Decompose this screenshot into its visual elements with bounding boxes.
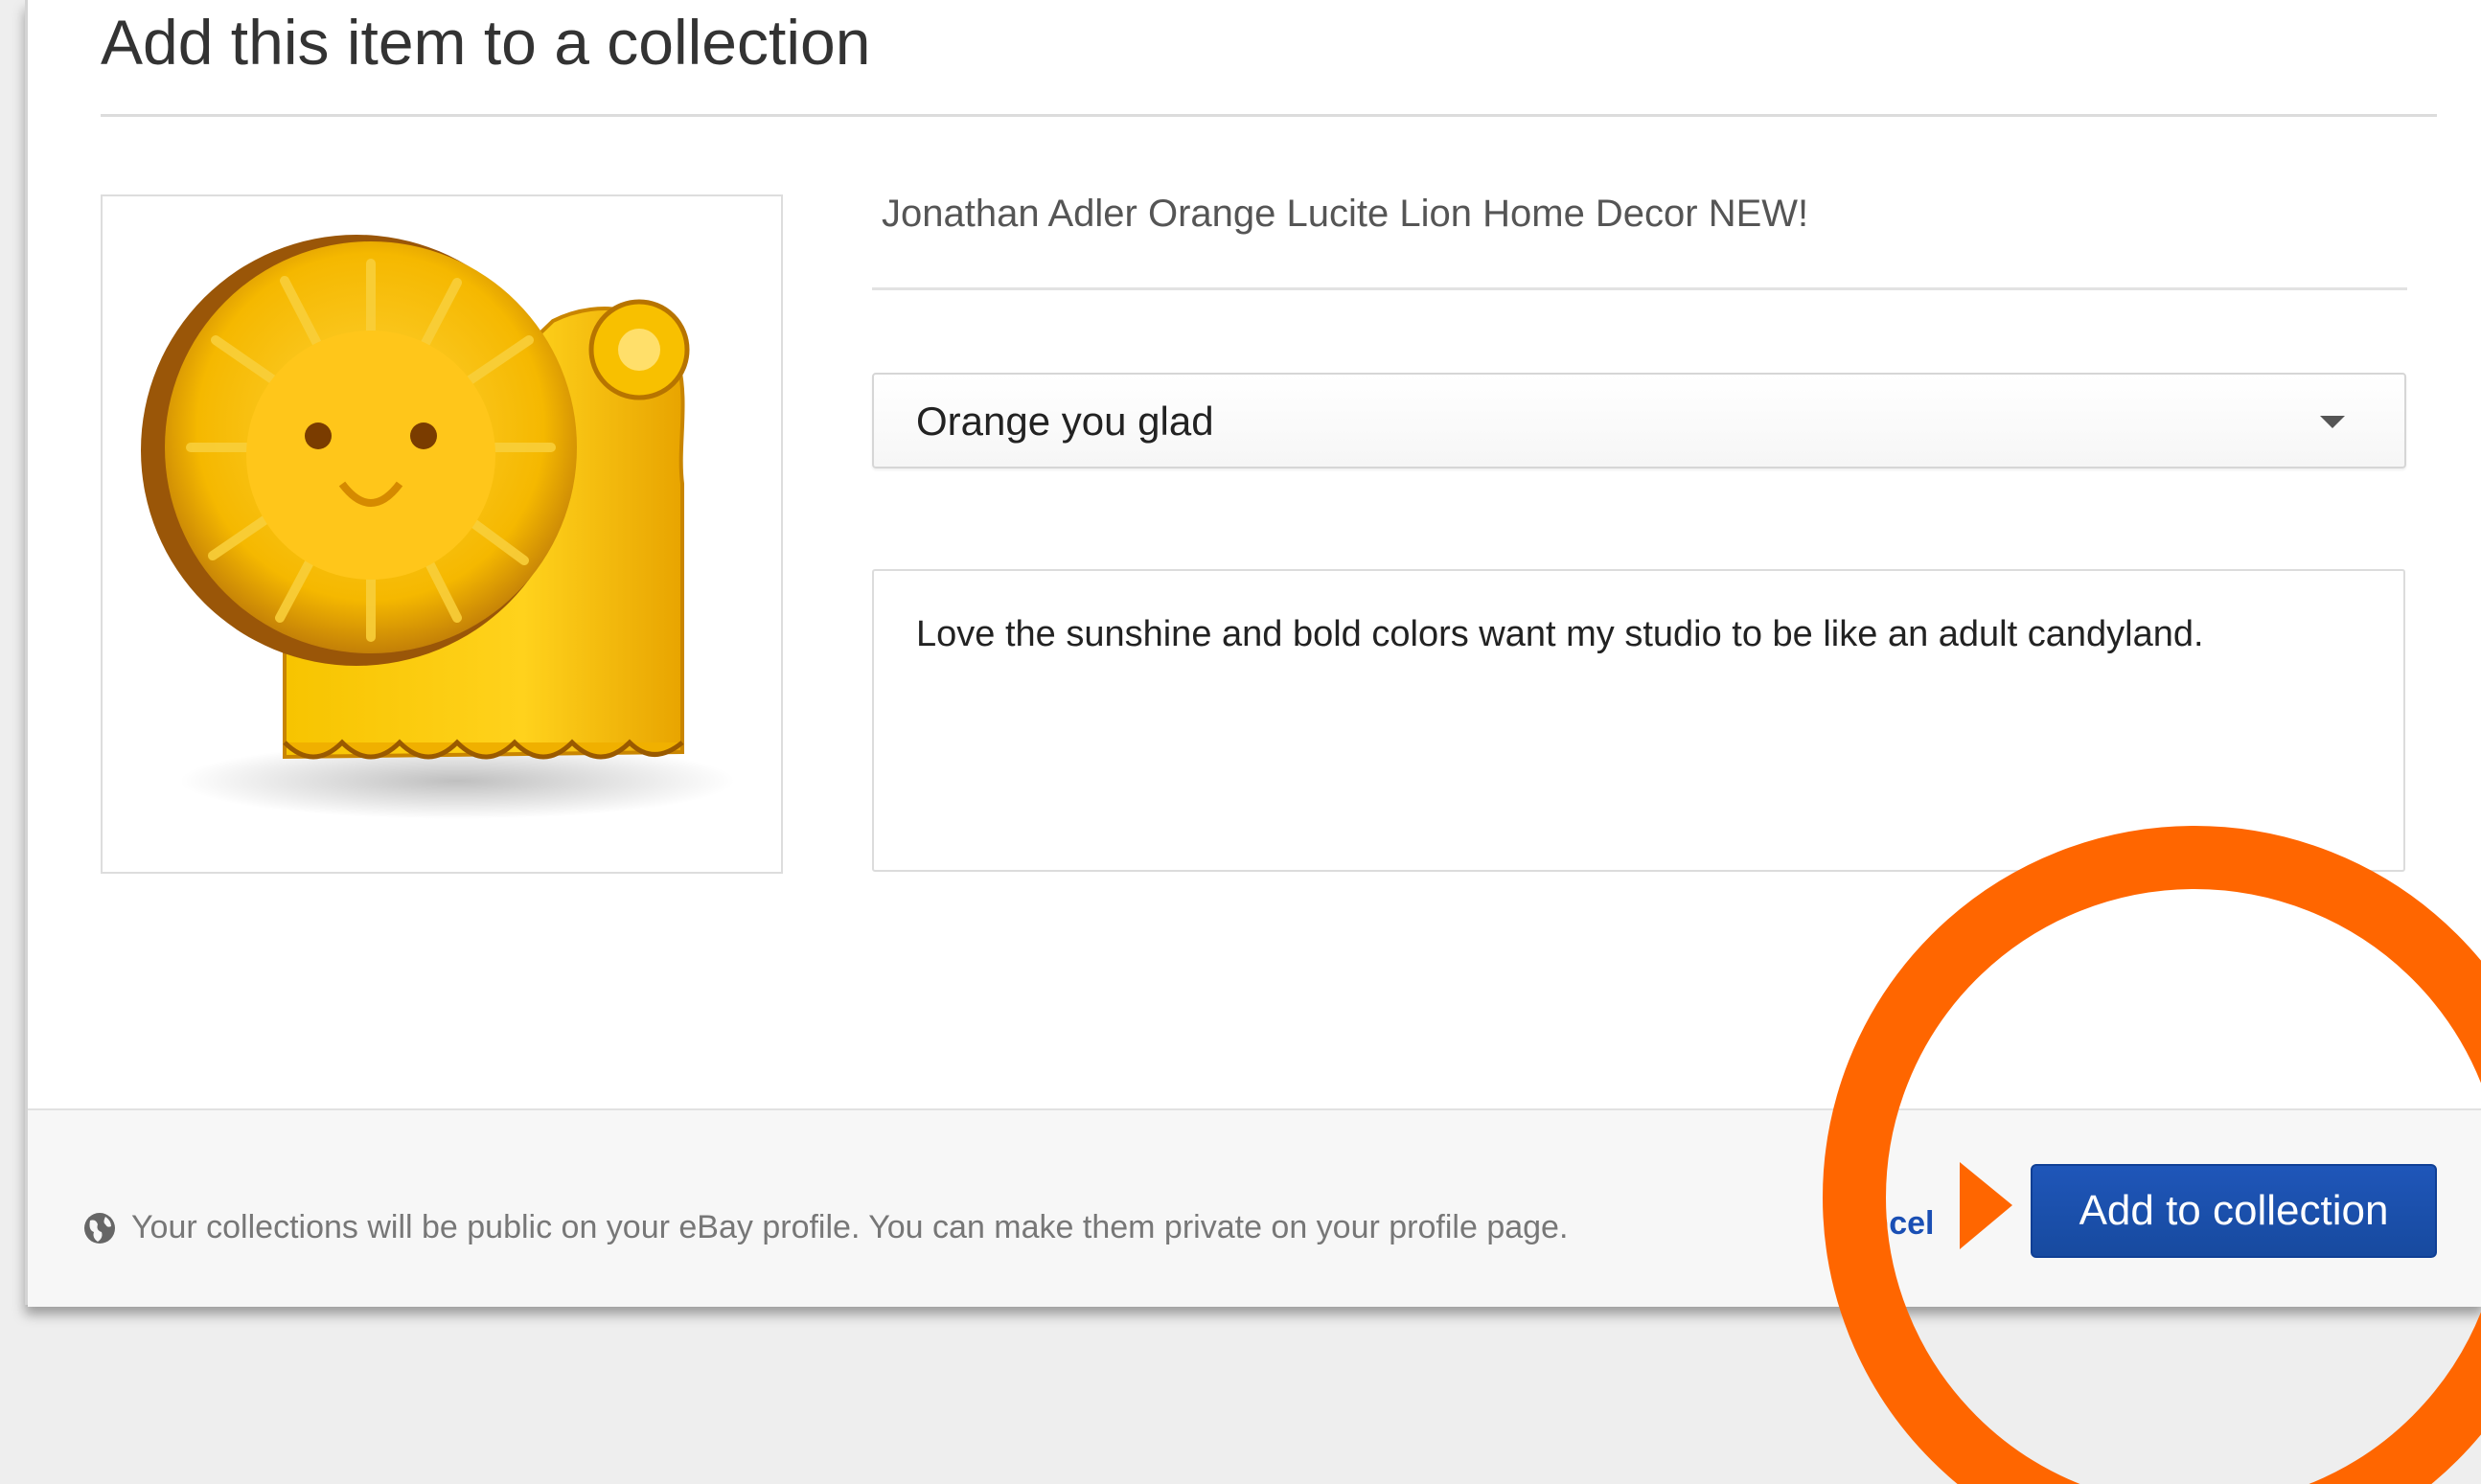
screenshot-stage: Add this item to a collection Jonathan A… [0, 0, 2481, 1484]
collection-select[interactable]: Orange you glad [872, 373, 2406, 468]
privacy-note: Your collections will be public on your … [131, 1209, 1569, 1245]
item-title: Jonathan Adler Orange Lucite Lion Home D… [882, 193, 1809, 235]
add-to-collection-dialog: Add this item to a collection Jonathan A… [25, 0, 2481, 1307]
item-divider [872, 287, 2407, 290]
collection-note-textarea[interactable]: Love the sunshine and bold colors want m… [872, 569, 2405, 872]
lion-figurine-image [141, 235, 735, 819]
chevron-down-icon[interactable] [2320, 416, 2345, 428]
collection-select-value: Orange you glad [916, 399, 1214, 444]
dialog-footer: Your collections will be public on your … [28, 1108, 2481, 1307]
dialog-title: Add this item to a collection [101, 7, 871, 78]
cancel-link[interactable]: Cancel [1843, 1195, 1987, 1252]
add-to-collection-button[interactable]: Add to collection [2031, 1164, 2437, 1258]
item-image [101, 194, 783, 874]
globe-icon [84, 1213, 115, 1244]
title-divider [101, 114, 2437, 117]
